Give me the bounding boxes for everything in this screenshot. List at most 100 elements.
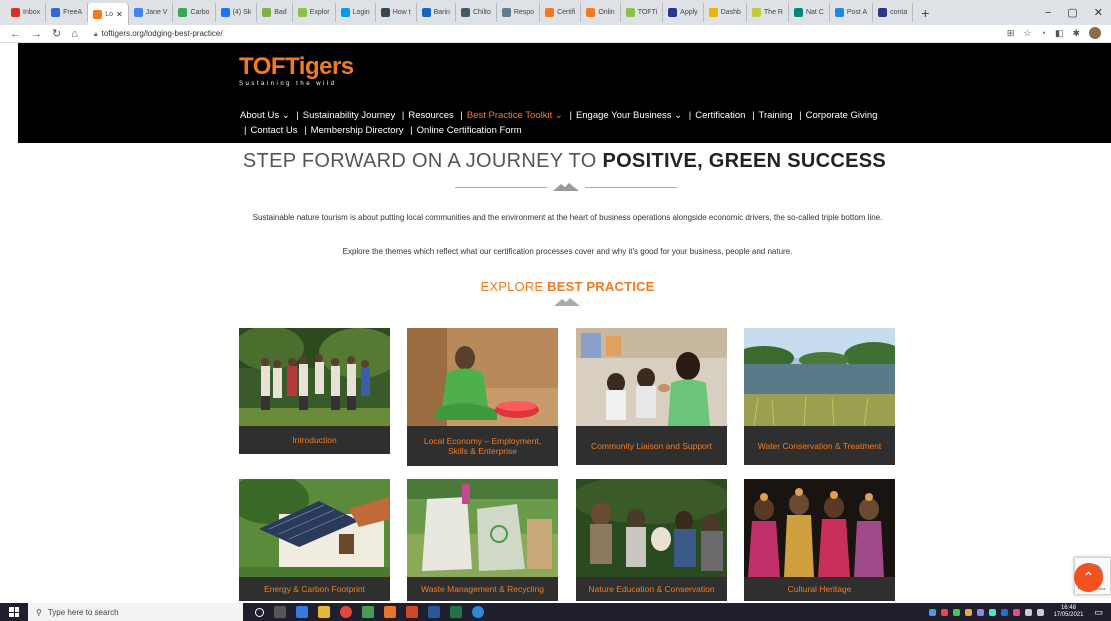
browser-tab[interactable]: Barin xyxy=(417,3,456,22)
tab-favicon-icon xyxy=(340,8,350,17)
browser-tab[interactable]: Certifi xyxy=(540,3,582,22)
extension-icon[interactable]: ◔ xyxy=(1041,28,1046,38)
tab-favicon-icon xyxy=(11,8,20,17)
browser-tab[interactable]: (4) Sk xyxy=(216,3,258,22)
profile-avatar[interactable] xyxy=(1089,27,1101,39)
tab-label: Login xyxy=(352,9,370,16)
tab-label: How t xyxy=(392,9,411,16)
tab-label: Explor xyxy=(309,9,330,16)
word-icon[interactable] xyxy=(428,606,440,618)
puzzle-icon[interactable]: ✱ xyxy=(1072,28,1080,39)
browser-tab[interactable]: Chilto xyxy=(456,3,497,22)
maximize-button[interactable]: ▢ xyxy=(1067,6,1077,19)
title-light: STEP FORWARD ON A JOURNEY TO xyxy=(242,150,603,172)
tab-label: Onlin xyxy=(598,9,615,16)
title-bold: POSITIVE, GREEN SUCCESS xyxy=(602,150,887,172)
browser-tab[interactable]: Inbox xyxy=(6,3,47,22)
tab-label: Barin xyxy=(433,9,450,16)
home-icon[interactable]: ⌂ xyxy=(71,28,78,40)
browser-tab[interactable]: Post A xyxy=(830,3,874,22)
bookmark-star-icon[interactable]: ☆ xyxy=(1023,28,1031,39)
wifi-icon[interactable] xyxy=(1025,608,1033,616)
outlook-icon[interactable] xyxy=(384,606,396,618)
tray-icon[interactable] xyxy=(977,608,985,616)
browser-tab[interactable]: Lo ✕ xyxy=(88,3,129,25)
browser-tab[interactable]: Respo xyxy=(497,3,541,22)
new-tab-button[interactable]: + xyxy=(913,5,937,21)
url-text: toftigers.org/lodging-best-practice/ xyxy=(101,28,223,38)
system-tray: 16:48 17/05/2021 ▭ xyxy=(929,603,1103,621)
volume-icon[interactable] xyxy=(1037,608,1045,616)
nav-item[interactable]: Training xyxy=(759,110,793,121)
qr-icon[interactable]: ⊞ xyxy=(1007,28,1015,39)
start-button[interactable] xyxy=(0,603,28,621)
taskbar-search[interactable]: ⚲ Type here to search xyxy=(28,603,243,621)
card-introduction[interactable]: Introduction xyxy=(239,328,390,454)
browser-tab[interactable]: Jane V xyxy=(129,3,174,22)
excel-icon[interactable] xyxy=(450,606,462,618)
tab-favicon-icon xyxy=(668,8,678,17)
chrome-icon[interactable] xyxy=(340,606,352,618)
app-icon[interactable] xyxy=(362,606,374,618)
url-field[interactable]: 🔒︎ toftigers.org/lodging-best-practice/ xyxy=(94,29,223,39)
forward-icon[interactable]: → xyxy=(31,28,42,40)
browser-tab[interactable]: conta xyxy=(873,3,914,22)
browser-tab[interactable]: Dashb xyxy=(704,3,747,22)
browser-tab[interactable]: Onlin xyxy=(581,3,621,22)
browser-tab[interactable]: Bad xyxy=(257,3,293,22)
nav-item[interactable]: About Us ⌄ xyxy=(240,110,290,121)
tray-icon[interactable] xyxy=(989,608,997,616)
browser-tab[interactable]: TOFTi xyxy=(621,3,664,22)
tab-label: Jane V xyxy=(145,9,168,16)
card-cultural-heritage[interactable]: Cultural Heritage xyxy=(744,479,895,601)
cortana-icon[interactable] xyxy=(255,607,264,617)
nav-item[interactable]: Membership Directory xyxy=(311,125,404,136)
nav-item[interactable]: Corporate Giving xyxy=(806,110,878,121)
file-explorer-icon[interactable] xyxy=(318,606,330,618)
powerpoint-icon[interactable] xyxy=(406,606,418,618)
nav-separator: | xyxy=(799,110,802,121)
nav-item[interactable]: Engage Your Business ⌄ xyxy=(576,110,682,121)
tab-label: (4) Sk xyxy=(232,9,252,16)
browser-tab[interactable]: Carbo xyxy=(173,3,216,22)
browser-tab[interactable]: The R xyxy=(747,3,789,22)
browser-tab[interactable]: How t xyxy=(376,3,417,22)
minimize-button[interactable]: − xyxy=(1045,7,1051,19)
card-energy-carbon[interactable]: Energy & Carbon Footprint xyxy=(239,479,390,601)
site-header: TOFTigers Sustaining the wild About Us ⌄… xyxy=(18,43,1111,143)
browser-tab[interactable]: Apply xyxy=(663,3,704,22)
notifications-icon[interactable]: ▭ xyxy=(1094,607,1103,618)
edge-icon[interactable] xyxy=(472,606,484,618)
card-community-liaison[interactable]: Community Liaison and Support xyxy=(576,328,727,465)
nav-item[interactable]: Certification xyxy=(695,110,745,121)
card-water-conservation[interactable]: Water Conservation & Treatment xyxy=(744,328,895,465)
extension2-icon[interactable]: ◧ xyxy=(1055,28,1064,39)
nav-item[interactable]: Sustainability Journey xyxy=(303,110,395,121)
tray-icon[interactable] xyxy=(929,608,937,616)
site-logo[interactable]: TOFTigers Sustaining the wild xyxy=(239,53,354,87)
edge-legacy-icon[interactable] xyxy=(296,606,308,618)
nav-item[interactable]: Best Practice Toolkit ⌄ xyxy=(467,110,563,121)
back-to-top-button[interactable]: ⌃ xyxy=(1074,563,1103,592)
card-local-economy[interactable]: Local Economy – Employment, Skills & Ent… xyxy=(407,328,558,466)
tray-icon[interactable] xyxy=(965,608,973,616)
nav-item[interactable]: Online Certification Form xyxy=(417,125,522,136)
reload-icon[interactable]: ↻ xyxy=(52,27,61,40)
tray-icon[interactable] xyxy=(941,608,949,616)
browser-tab[interactable]: FreeA xyxy=(46,3,89,22)
task-view-icon[interactable] xyxy=(274,606,286,618)
browser-tab[interactable]: Explor xyxy=(293,3,336,22)
browser-tab[interactable]: Nat C xyxy=(789,3,830,22)
tray-icon[interactable] xyxy=(1001,608,1009,616)
nav-item[interactable]: Contact Us xyxy=(250,125,297,136)
browser-tab[interactable]: Login xyxy=(336,3,376,22)
close-window-button[interactable]: ✕ xyxy=(1094,6,1103,19)
nav-item[interactable]: Resources xyxy=(408,110,453,121)
tab-close-icon[interactable]: ✕ xyxy=(116,10,123,19)
tray-icon[interactable] xyxy=(1013,608,1021,616)
card-waste-management[interactable]: Waste Management & Recycling xyxy=(407,479,558,601)
back-icon[interactable]: ← xyxy=(10,28,21,40)
card-nature-education[interactable]: Nature Education & Conservation xyxy=(576,479,727,601)
tray-icon[interactable] xyxy=(953,608,961,616)
taskbar-clock[interactable]: 16:48 17/05/2021 xyxy=(1053,605,1083,619)
